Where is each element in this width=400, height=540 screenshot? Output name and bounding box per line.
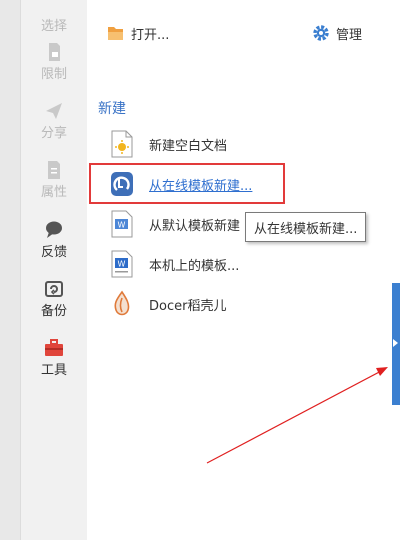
share-icon: [46, 103, 62, 119]
menu-item-local-template[interactable]: W 本机上的模板...: [110, 250, 239, 278]
sidebar-item-select[interactable]: 选择: [21, 0, 87, 34]
left-rail: [0, 0, 20, 540]
tooltip: 从在线模板新建...: [245, 212, 367, 242]
restrict-icon: [49, 43, 60, 61]
manage-label: 管理: [336, 27, 363, 43]
sidebar-item-share[interactable]: 分享: [21, 101, 87, 141]
section-title-new: 新建: [98, 101, 126, 117]
tools-icon: [45, 339, 63, 356]
menu-item-label: Docer稻壳儿: [149, 298, 227, 314]
feedback-icon: [46, 221, 62, 238]
sidebar-item-properties[interactable]: 属性: [21, 160, 87, 200]
properties-icon: [48, 161, 60, 179]
local-template-icon: W: [111, 250, 133, 278]
sidebar: 选择 限制 分享 属性 反馈 备份 工具: [20, 0, 88, 540]
menu-item-default-template[interactable]: W 从默认模板新建: [110, 210, 240, 238]
main-panel: 打开... 管理 新建 新建空白文档 从在线模板新建... W 从默认模板新建 …: [87, 0, 392, 540]
manage-button[interactable]: 管理: [312, 22, 362, 44]
menu-item-blank-document[interactable]: 新建空白文档: [110, 130, 227, 158]
sidebar-item-tools[interactable]: 工具: [21, 338, 87, 378]
menu-item-label: 从默认模板新建: [149, 218, 241, 234]
sidebar-item-label: 备份: [40, 304, 67, 319]
sidebar-item-label: 选择: [40, 19, 67, 34]
menu-item-label: 新建空白文档: [149, 138, 228, 154]
sidebar-item-restrict[interactable]: 限制: [21, 42, 87, 82]
sidebar-item-label: 反馈: [40, 245, 67, 260]
gear-icon: [313, 25, 329, 41]
sidebar-item-backup[interactable]: 备份: [21, 279, 87, 319]
highlight-box: [89, 163, 285, 204]
default-template-icon: W: [111, 210, 133, 238]
blank-document-icon: [111, 130, 133, 158]
svg-text:W: W: [118, 260, 126, 269]
menu-item-docer[interactable]: Docer稻壳儿: [110, 290, 226, 318]
backup-icon: [45, 281, 63, 297]
sidebar-item-label: 限制: [40, 67, 67, 82]
chevron-right-icon: [393, 339, 398, 347]
menu-item-label: 本机上的模板...: [149, 258, 240, 274]
svg-text:W: W: [118, 221, 126, 230]
folder-icon: [108, 27, 123, 40]
open-label: 打开...: [131, 27, 170, 43]
sidebar-item-label: 分享: [40, 126, 67, 141]
open-button[interactable]: 打开...: [107, 22, 169, 44]
docer-icon: [114, 290, 130, 316]
sidebar-item-label: 属性: [40, 185, 67, 200]
select-icon: [43, 0, 65, 14]
sidebar-item-label: 工具: [40, 363, 67, 378]
sidebar-item-feedback[interactable]: 反馈: [21, 220, 87, 260]
collapse-panel-tab[interactable]: [392, 283, 400, 405]
